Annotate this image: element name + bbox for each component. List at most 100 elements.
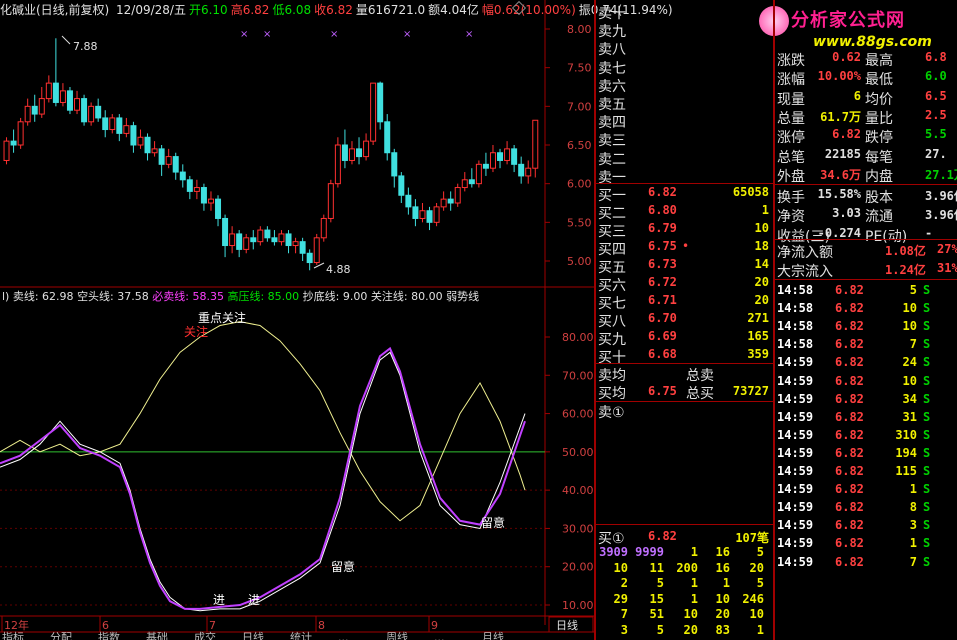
focus2-annotation: 关注 — [184, 324, 208, 339]
stat-label: 股本 — [865, 190, 893, 207]
indicator-tick-label: 20.00 — [562, 561, 594, 574]
stat-value: -0.274 — [817, 225, 861, 240]
sell-level[interactable]: 卖六 — [596, 75, 773, 95]
queue-order: 10 — [749, 607, 764, 621]
buy-level-volume: 10 — [754, 221, 769, 235]
queue-order: 1 — [690, 591, 698, 606]
tick-price: 6.82 — [835, 355, 864, 370]
candle-body — [419, 210, 426, 219]
queue-order: 200 — [676, 560, 698, 575]
queue-order: 11 — [649, 560, 664, 575]
bottom-tab[interactable]: 分配 — [50, 631, 72, 640]
sell-level[interactable]: 卖十 — [596, 2, 773, 22]
buy-level-volume: 18 — [754, 239, 769, 253]
stat-value: 6.82 — [832, 127, 861, 142]
candle-body — [102, 117, 109, 131]
tick-price: 6.82 — [835, 337, 864, 352]
queue-order: 1 — [690, 545, 698, 559]
bottom-tab[interactable]: 指数 — [98, 630, 120, 640]
tick-time: 14:58 — [777, 337, 814, 352]
signal-mark: × — [263, 29, 271, 40]
bottom-tab[interactable]: 周线 — [386, 630, 408, 640]
divider — [594, 0, 596, 640]
candle-body — [313, 237, 320, 264]
indicator-tick-label: 70.00 — [562, 369, 594, 382]
chart-area[interactable]: 化碱业(日线,前复权) 12/09/28/五 开6.10 高6.82 低6.08 收6.… — [0, 0, 673, 640]
candle-body — [348, 148, 355, 161]
candle-body — [475, 163, 482, 185]
time-label: 12年 — [4, 618, 29, 632]
buy-level[interactable]: 买六 6.72 20 — [596, 274, 773, 294]
bottom-tab[interactable]: 成交 — [194, 630, 216, 640]
buy-avg-value: 6.75 — [648, 384, 677, 398]
queue-order: 16 — [715, 545, 730, 559]
focus-annotation: 重点关注 — [198, 310, 246, 325]
candle-body — [10, 140, 17, 146]
tick-row: 14:59 6.82 24 S — [775, 354, 957, 372]
stat-value: 3.96亿 — [925, 208, 957, 223]
tick-side: S — [923, 427, 931, 442]
candle-body — [468, 179, 475, 185]
sell-level[interactable]: 卖一 — [596, 166, 773, 186]
tick-time: 14:59 — [777, 373, 814, 388]
sell-level[interactable]: 卖七 — [596, 57, 773, 77]
sell-level[interactable]: 卖九 — [596, 20, 773, 40]
buy-level[interactable]: 买二 6.80 1 — [596, 202, 773, 222]
bottom-tab[interactable]: ... — [338, 631, 349, 640]
tick-volume: 31 — [902, 409, 917, 424]
bottom-tab[interactable]: 统计 — [290, 631, 312, 640]
stat-value: 2.5 — [925, 107, 947, 122]
signal-mark: × — [465, 29, 473, 40]
candle-body — [31, 105, 38, 115]
sell-level[interactable]: 卖八 — [596, 38, 773, 58]
buy-queue-count: 107笔 — [735, 531, 769, 545]
stat-value: 27.1万 — [925, 167, 957, 182]
stat-value: 6.8 — [925, 50, 947, 64]
queue-order: 5 — [656, 622, 664, 637]
sell-level[interactable]: 卖二 — [596, 148, 773, 168]
candle-body — [172, 156, 179, 173]
bottom-tab[interactable]: ... — [434, 631, 445, 640]
sell-level[interactable]: 卖三 — [596, 129, 773, 149]
sell-level[interactable]: 卖四 — [596, 111, 773, 131]
buy-level[interactable]: 买七 6.71 20 — [596, 292, 773, 312]
candle-body — [525, 167, 532, 177]
must-sell-line — [0, 346, 526, 610]
legend-item: 弱势线 — [446, 289, 479, 303]
tick-price: 6.82 — [835, 554, 864, 569]
stat-value: 34.6万 — [820, 167, 861, 182]
stat-row: 涨停 6.82 跌停 5.5 — [775, 126, 957, 146]
tick-row: 14:59 6.82 7 S — [775, 554, 957, 572]
queue-order: 20 — [715, 607, 730, 621]
tick-side: S — [923, 464, 931, 478]
bottom-tab[interactable]: 基础 — [146, 631, 168, 640]
indicator-tick-label: 60.00 — [562, 408, 594, 421]
buy-level[interactable]: 买十 6.68 359 — [596, 346, 773, 366]
tick-volume: 1 — [909, 536, 917, 551]
buy-level[interactable]: 买四 6.75 • 18 — [596, 238, 773, 258]
bottom-tab[interactable]: 日线 — [242, 630, 264, 640]
candle-body — [24, 105, 31, 123]
kline-chart[interactable]: 8.00 7.50 7.00 6.50 6.00 5.50 5.00 7.88 4.88 × × × ×… — [0, 0, 594, 640]
bottom-tab[interactable]: 月线 — [482, 630, 504, 640]
candles — [3, 38, 539, 271]
buy-level-price: 6.75 — [648, 239, 677, 253]
price-tick-label: 8.00 — [567, 23, 592, 36]
buy-level[interactable]: 买三 6.79 10 — [596, 220, 773, 240]
queue-order: 5 — [656, 576, 664, 590]
buy-level[interactable]: 买八 6.70 271 — [596, 310, 773, 330]
buy-level[interactable]: 买五 6.73 14 — [596, 256, 773, 276]
signal-mark: × — [403, 29, 411, 40]
queue-order: 5 — [756, 576, 764, 590]
tick-volume: 115 — [895, 464, 917, 478]
stat-row: 涨幅 10.00% 最低 6.0 — [775, 68, 957, 88]
buy-level[interactable]: 买九 6.69 165 — [596, 328, 773, 348]
flow-pct: 31% — [937, 261, 957, 275]
sell-level[interactable]: 卖五 — [596, 93, 773, 113]
tick-list[interactable]: 14:58 6.82 5 S 14:58 6.82 10 S 14:58 6.82 10 S 14:58… — [775, 280, 957, 640]
candle-body — [81, 98, 88, 123]
tick-side: S — [923, 301, 931, 316]
bottom-tab[interactable]: 指标 — [2, 630, 24, 640]
tick-row: 14:59 6.82 10 S — [775, 373, 957, 391]
buy-level[interactable]: 买一 6.82 65058 — [596, 184, 773, 204]
